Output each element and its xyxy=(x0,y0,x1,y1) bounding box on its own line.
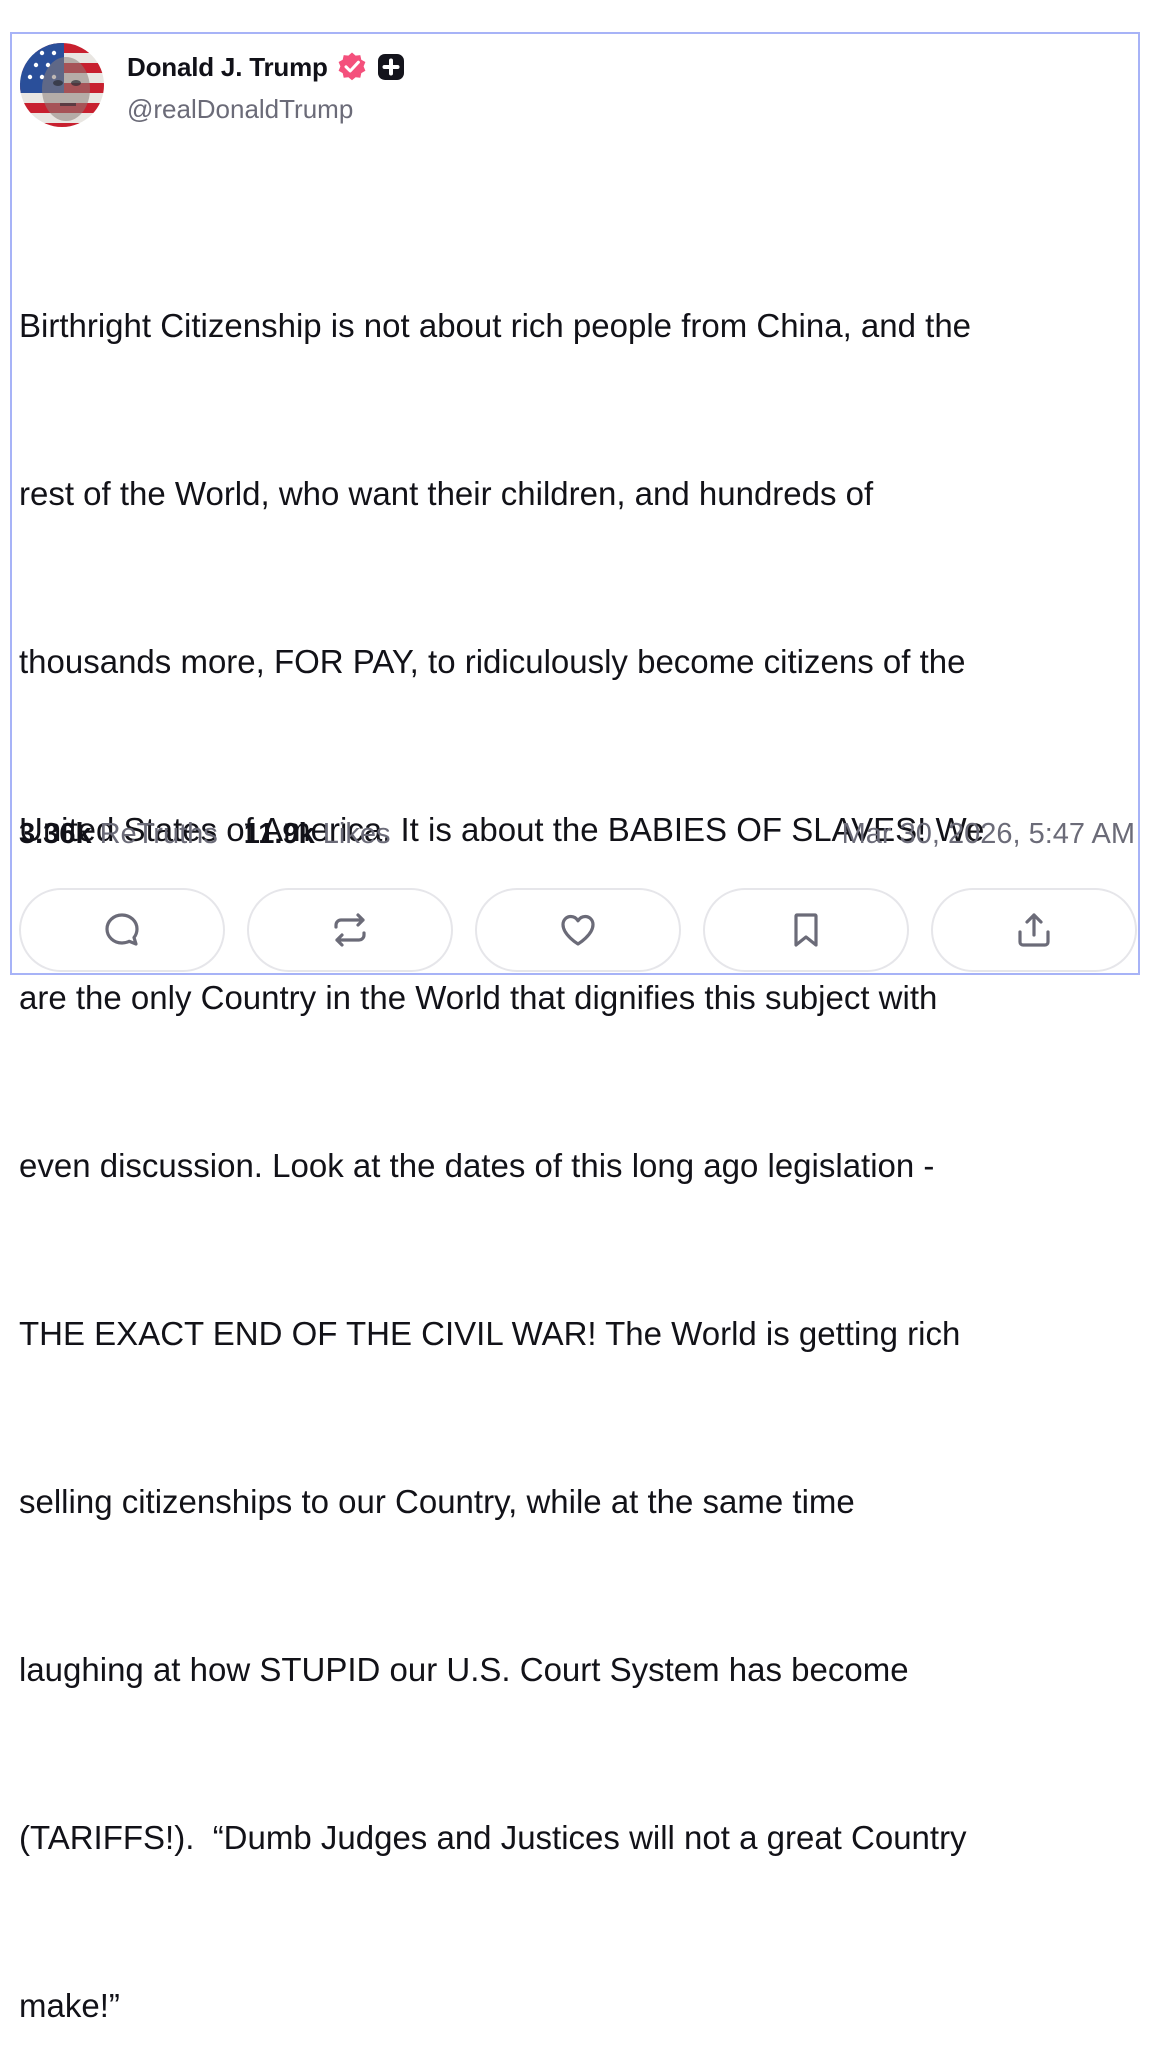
display-name[interactable]: Donald J. Trump xyxy=(127,52,328,83)
retruths-count: 3.36k xyxy=(19,817,92,850)
actions-row xyxy=(19,888,1141,974)
heart-icon xyxy=(561,914,595,946)
post-text-line: (TARIFFS!). “Dumb Judges and Justices wi… xyxy=(19,1819,967,1856)
post-text-line: even discussion. Look at the dates of th… xyxy=(19,1147,935,1184)
display-name-row: Donald J. Trump xyxy=(127,50,406,84)
avatar[interactable] xyxy=(20,43,104,127)
likes-stat[interactable]: 11.9k Likes xyxy=(244,818,391,851)
post-text-line: selling citizenships to our Country, whi… xyxy=(19,1483,855,1520)
stats-row: 3.36k ReTruths 11.9k Likes Mar 30, 2026, 5… xyxy=(19,814,1135,854)
post-text-line: thousands more, FOR PAY, to ridiculously… xyxy=(19,643,966,680)
share-button[interactable] xyxy=(931,888,1137,972)
repost-icon xyxy=(334,913,366,947)
retruths-stat[interactable]: 3.36k ReTruths xyxy=(19,818,218,851)
post-text-line: Birthright Citizenship is not about rich… xyxy=(19,307,972,344)
likes-count: 11.9k xyxy=(243,817,315,850)
post-text: Birthright Citizenship is not about rich… xyxy=(19,186,1139,2048)
retruths-label: ReTruths xyxy=(99,817,218,850)
post-timestamp[interactable]: Mar 30, 2026, 5:47 AM xyxy=(842,818,1135,851)
post-text-line: rest of the World, who want their childr… xyxy=(19,475,874,512)
post-text-line: are the only Country in the World that d… xyxy=(19,979,938,1016)
like-button[interactable] xyxy=(475,888,681,972)
author-handle[interactable]: @realDonaldTrump xyxy=(127,94,353,125)
retruth-button[interactable] xyxy=(247,888,453,972)
reply-button[interactable] xyxy=(19,888,225,972)
bookmark-button[interactable] xyxy=(703,888,909,972)
post-card: Donald J. Trump @realDonaldTrump Birthri… xyxy=(10,32,1141,2024)
verified-badge-icon xyxy=(336,51,368,83)
post-text-line: laughing at how STUPID our U.S. Court Sy… xyxy=(19,1651,909,1688)
share-icon xyxy=(1018,913,1050,947)
likes-label: Likes xyxy=(322,817,391,850)
bookmark-icon xyxy=(794,913,818,947)
post-text-line: make!” xyxy=(19,1987,120,2024)
plus-badge-icon xyxy=(376,52,406,82)
post-text-line: THE EXACT END OF THE CIVIL WAR! The Worl… xyxy=(19,1315,961,1352)
comment-icon xyxy=(105,913,139,946)
avatar-image xyxy=(20,43,104,127)
